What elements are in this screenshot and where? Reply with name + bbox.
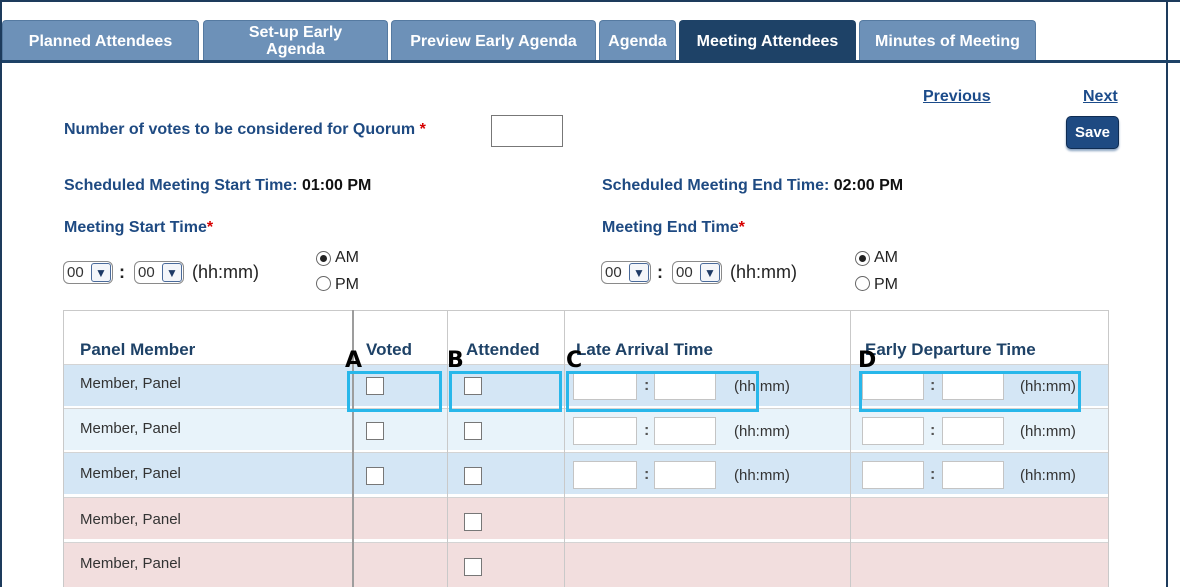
late-arrival-minute-input[interactable]	[654, 417, 716, 445]
end-pm-radio[interactable]	[855, 276, 870, 291]
end-hour-value: 00	[605, 264, 622, 281]
annotation-label-a: A	[345, 348, 363, 373]
frame-top	[0, 0, 1180, 2]
early-departure-hour-input[interactable]	[862, 461, 924, 489]
meeting-start-label: Meeting Start Time*	[64, 219, 213, 237]
end-minute-value: 00	[676, 264, 693, 281]
time-format-hint: (hh:mm)	[1020, 467, 1076, 484]
tab-meeting-attendees[interactable]: Meeting Attendees	[679, 20, 856, 61]
chevron-down-icon: ▼	[162, 263, 182, 282]
end-pm-label: PM	[874, 276, 898, 293]
required-marker: *	[206, 219, 214, 236]
time-format-hint: (hh:mm)	[1020, 423, 1076, 440]
member-name: Member, Panel	[80, 555, 181, 572]
header-panel-member: Panel Member	[80, 340, 196, 359]
highlight-box-b	[449, 371, 562, 412]
time-format-hint: (hh:mm)	[192, 262, 259, 282]
scheduled-start: Scheduled Meeting Start Time: 01:00 PM	[64, 177, 371, 195]
attended-checkbox[interactable]	[464, 513, 482, 531]
time-format-hint: (hh:mm)	[730, 262, 797, 282]
scheduled-start-label: Scheduled Meeting Start Time:	[64, 177, 298, 194]
time-separator: :	[644, 466, 650, 483]
meeting-end-label: Meeting End Time*	[602, 219, 745, 237]
time-separator: :	[644, 422, 650, 439]
annotation-label-d: D	[858, 348, 877, 373]
required-marker: *	[738, 219, 745, 236]
quorum-label-text: Number of votes to be considered for Quo…	[64, 121, 416, 138]
tab-agenda[interactable]: Agenda	[599, 20, 676, 61]
start-hour-select[interactable]: 00 ▼	[63, 261, 113, 284]
voted-checkbox[interactable]	[366, 467, 384, 485]
scheduled-end-value: 02:00 PM	[833, 177, 904, 194]
early-departure-hour-input[interactable]	[862, 417, 924, 445]
attended-checkbox[interactable]	[464, 422, 482, 440]
start-minute-select[interactable]: 00 ▼	[134, 261, 184, 284]
annotation-label-b: B	[447, 348, 464, 373]
tab-minutes-of-meeting[interactable]: Minutes of Meeting	[859, 20, 1036, 61]
highlight-box-d	[859, 371, 1081, 412]
late-arrival-minute-input[interactable]	[654, 461, 716, 489]
required-marker: *	[419, 121, 426, 138]
annotation-label-c: C	[566, 348, 583, 373]
start-pm-radio[interactable]	[316, 276, 331, 291]
early-departure-minute-input[interactable]	[942, 417, 1004, 445]
start-am-radio[interactable]	[316, 251, 331, 266]
voted-checkbox[interactable]	[366, 422, 384, 440]
quorum-label: Number of votes to be considered for Quo…	[64, 121, 426, 139]
start-hour-value: 00	[67, 264, 84, 281]
time-format-hint: (hh:mm)	[734, 423, 790, 440]
chevron-down-icon: ▼	[700, 263, 720, 282]
highlight-box-a	[347, 371, 442, 412]
time-format-hint: (hh:mm)	[734, 467, 790, 484]
header-late-arrival: Late Arrival Time	[576, 340, 714, 359]
chevron-down-icon: ▼	[629, 263, 649, 282]
header-attended: Attended	[466, 340, 540, 359]
tab-underline	[2, 60, 1180, 63]
time-separator: :	[930, 466, 936, 483]
meeting-start-label-text: Meeting Start Time	[64, 219, 207, 236]
attended-checkbox[interactable]	[464, 467, 482, 485]
member-name: Member, Panel	[80, 465, 181, 482]
time-separator: :	[119, 262, 125, 282]
column-divider	[850, 310, 851, 587]
scheduled-start-value: 01:00 PM	[301, 177, 372, 194]
header-early-departure: Early Departure Time	[865, 340, 1036, 359]
frame-right	[1166, 0, 1168, 587]
member-name: Member, Panel	[80, 420, 181, 437]
member-name: Member, Panel	[80, 511, 181, 528]
late-arrival-hour-input[interactable]	[573, 461, 637, 489]
attended-checkbox[interactable]	[464, 558, 482, 576]
chevron-down-icon: ▼	[91, 263, 111, 282]
next-link[interactable]: Next	[1083, 88, 1118, 106]
frame-left	[0, 0, 2, 587]
end-am-label: AM	[874, 249, 898, 266]
tab-setup-early-agenda[interactable]: Set-up Early Agenda	[203, 20, 388, 61]
table-row	[64, 497, 1108, 539]
end-am-radio[interactable]	[855, 251, 870, 266]
late-arrival-hour-input[interactable]	[573, 417, 637, 445]
header-voted: Voted	[366, 340, 412, 359]
time-separator: :	[930, 422, 936, 439]
end-minute-select[interactable]: 00 ▼	[672, 261, 722, 284]
meeting-end-label-text: Meeting End Time	[602, 219, 739, 236]
early-departure-minute-input[interactable]	[942, 461, 1004, 489]
previous-link[interactable]: Previous	[923, 88, 991, 106]
end-hour-select[interactable]: 00 ▼	[601, 261, 651, 284]
highlight-box-c	[566, 371, 759, 412]
start-pm-label: PM	[335, 276, 359, 293]
save-button[interactable]: Save	[1066, 116, 1119, 149]
tab-planned-attendees[interactable]: Planned Attendees	[2, 20, 199, 61]
member-name: Member, Panel	[80, 375, 181, 392]
scheduled-end-label: Scheduled Meeting End Time:	[602, 177, 830, 194]
quorum-input[interactable]	[491, 115, 563, 147]
time-separator: :	[657, 262, 663, 282]
tab-preview-early-agenda[interactable]: Preview Early Agenda	[391, 20, 596, 61]
table-row	[64, 542, 1108, 587]
scheduled-end: Scheduled Meeting End Time: 02:00 PM	[602, 177, 903, 195]
start-am-label: AM	[335, 249, 359, 266]
start-minute-value: 00	[138, 264, 155, 281]
column-divider	[564, 310, 565, 587]
